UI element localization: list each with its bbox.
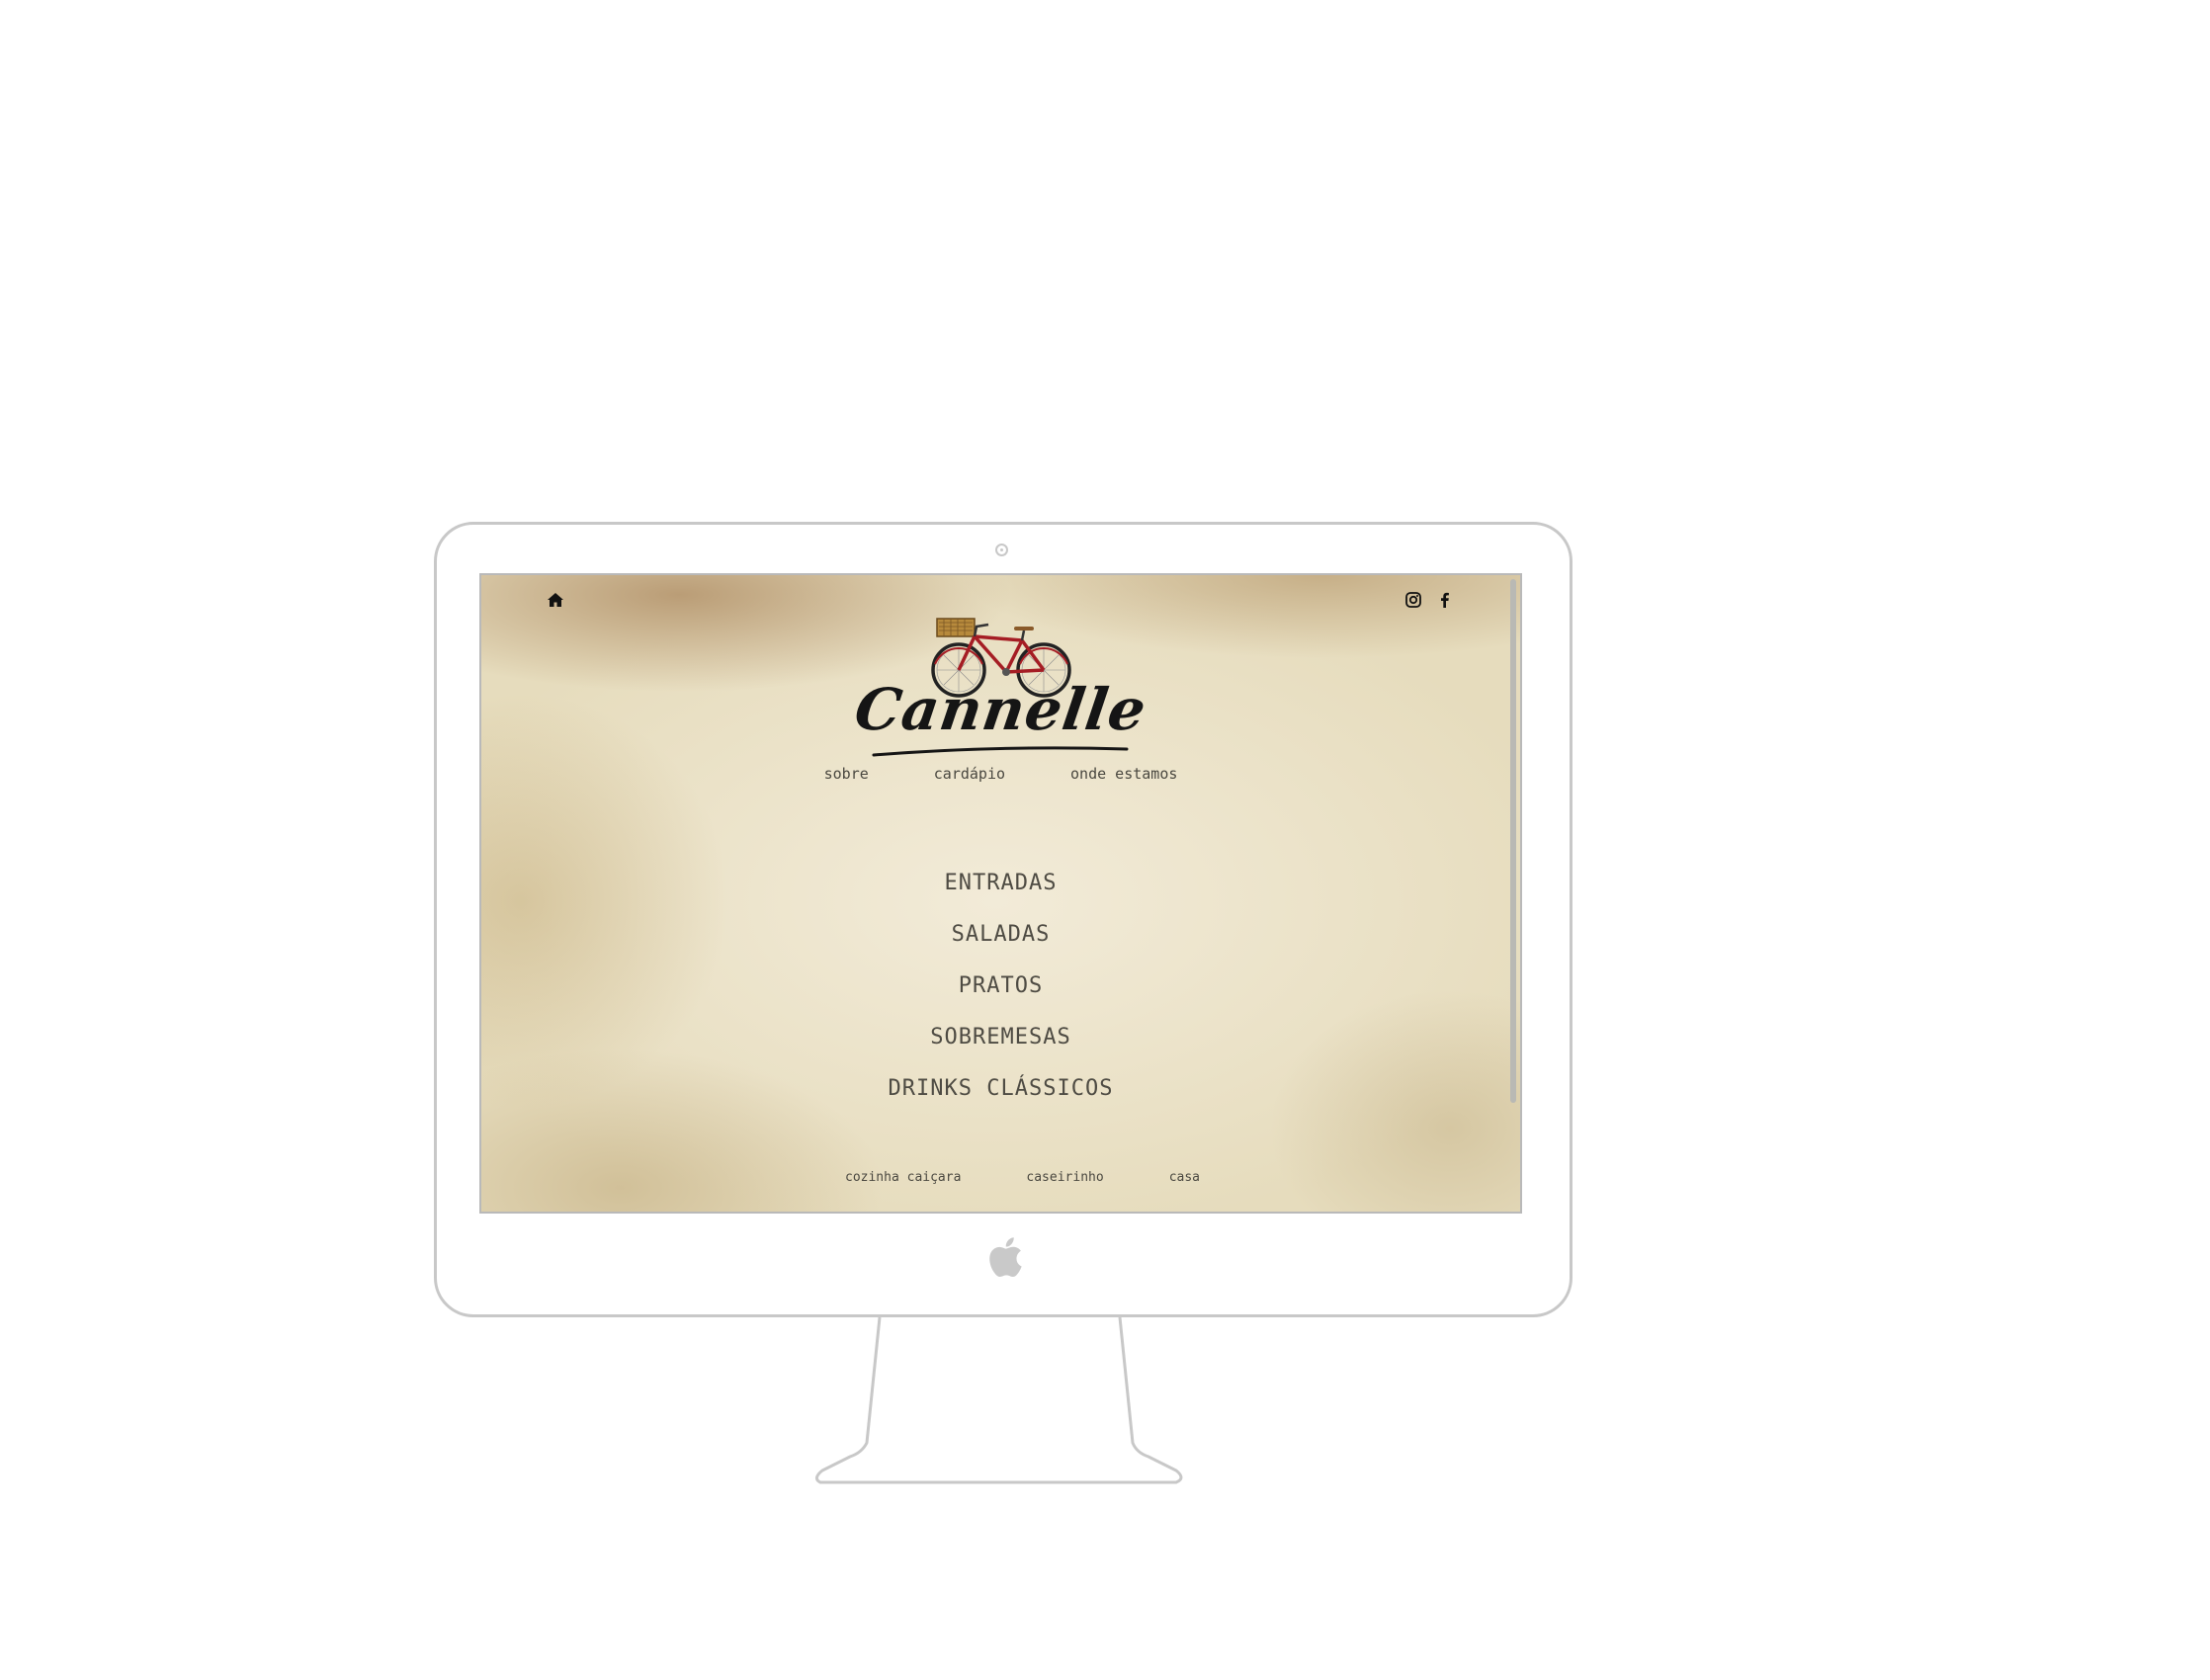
apple-icon — [989, 1237, 1022, 1278]
instagram-icon[interactable] — [1404, 591, 1422, 609]
browser-viewport: Cannelle sobre cardápio onde estamos ENT… — [479, 573, 1522, 1214]
menu-item-drinks-classicos[interactable]: DRINKS CLÁSSICOS — [889, 1071, 1114, 1123]
menu-categories: ENTRADAS SALADAS PRATOS SOBREMESAS DRINK… — [481, 866, 1520, 1123]
menu-item-sobremesas[interactable]: SOBREMESAS — [930, 1020, 1070, 1071]
nav-link-cardapio[interactable]: cardápio — [934, 765, 1005, 783]
home-icon[interactable] — [547, 592, 564, 608]
top-nav: sobre cardápio onde estamos — [481, 765, 1520, 783]
nav-link-onde-estamos[interactable]: onde estamos — [1070, 765, 1177, 783]
menu-item-entradas[interactable]: ENTRADAS — [945, 866, 1058, 917]
menu-item-pratos[interactable]: PRATOS — [959, 968, 1043, 1020]
social-links — [1404, 591, 1454, 609]
menu-item-saladas[interactable]: SALADAS — [952, 917, 1051, 968]
facebook-icon[interactable] — [1436, 591, 1454, 609]
logo-swash — [872, 746, 1129, 757]
footer-link-caseirinho[interactable]: caseirinho — [1026, 1170, 1103, 1185]
footer-link-casa[interactable]: casa — [1169, 1170, 1200, 1185]
footer-link-cozinha-caicara[interactable]: cozinha caiçara — [845, 1170, 961, 1185]
brand-logo-text: Cannelle — [850, 676, 1151, 743]
nav-link-sobre[interactable]: sobre — [824, 765, 869, 783]
footer-nav: cozinha caiçara caseirinho casa — [481, 1170, 1520, 1185]
